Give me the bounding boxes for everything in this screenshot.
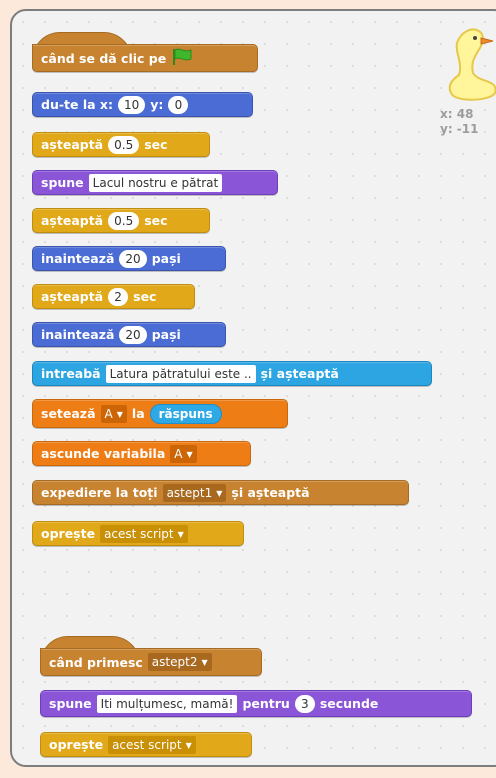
duck-sprite-icon xyxy=(443,23,496,107)
say-label: spune xyxy=(41,175,84,190)
move-block-2[interactable]: inaintează 20 pași xyxy=(32,322,226,347)
variable-dropdown[interactable]: A ▼ xyxy=(100,404,127,423)
message-name: astept1 xyxy=(166,485,213,500)
wait-input[interactable]: 2 xyxy=(108,287,129,306)
variable-dropdown[interactable]: A ▼ xyxy=(170,444,197,463)
dropdown-arrow-icon: ▼ xyxy=(185,740,192,750)
y-label: y: xyxy=(150,97,164,112)
set-to-label: la xyxy=(131,406,145,421)
say-label: spune xyxy=(49,696,92,711)
steps-unit: pași xyxy=(151,327,181,342)
move-block-1[interactable]: inaintează 20 pași xyxy=(32,246,226,271)
move-label: inaintează xyxy=(41,251,115,266)
dropdown-arrow-icon: ▼ xyxy=(186,449,193,459)
ask-and-wait-block[interactable]: intreabă Latura pătratului este .. și aș… xyxy=(32,361,432,386)
stop-label: oprește xyxy=(49,737,104,752)
dropdown-arrow-icon: ▼ xyxy=(116,409,123,419)
when-i-receive-block[interactable]: când primesc astept2 ▼ xyxy=(40,648,262,676)
goto-label: du-te la x: xyxy=(41,97,113,112)
hide-variable-label: ascunde variabila xyxy=(41,446,166,461)
when-flag-clicked-block[interactable]: când se dă clic pe xyxy=(32,44,258,72)
answer-reporter[interactable]: răspuns xyxy=(149,403,222,424)
dropdown-arrow-icon: ▼ xyxy=(201,658,208,667)
wait-unit: sec xyxy=(133,289,157,304)
say-input[interactable]: Iti mulțumesc, mamă! xyxy=(96,694,238,713)
green-flag-icon xyxy=(171,48,193,69)
message-dropdown[interactable]: astept1 ▼ xyxy=(162,483,227,502)
broadcast-label: expediere la toți xyxy=(41,485,158,500)
receive-label: când primesc xyxy=(49,654,143,670)
dropdown-arrow-icon: ▼ xyxy=(177,529,184,539)
wait-label: așteaptă xyxy=(41,289,104,304)
message-name: astept2 xyxy=(151,655,198,669)
hat-label: când se dă clic pe xyxy=(41,50,167,66)
variable-name: A xyxy=(174,446,183,461)
broadcast-and-wait-block[interactable]: expediere la toți astept1 ▼ și așteaptă xyxy=(32,480,409,505)
wait-input[interactable]: 0.5 xyxy=(108,135,140,154)
stop-label: oprește xyxy=(41,526,96,541)
say-block[interactable]: spune Lacul nostru e pătrat xyxy=(32,170,278,195)
say-input[interactable]: Lacul nostru e pătrat xyxy=(88,173,223,192)
stop-option-dropdown[interactable]: acest script ▼ xyxy=(100,524,188,543)
steps-input[interactable]: 20 xyxy=(119,249,147,268)
variable-name: A xyxy=(104,406,113,421)
secs-input[interactable]: 3 xyxy=(294,694,315,713)
ask-suffix: și așteaptă xyxy=(260,366,339,381)
set-variable-block[interactable]: setează A ▼ la răspuns xyxy=(32,399,288,428)
wait-unit: sec xyxy=(144,137,168,152)
dropdown-arrow-icon: ▼ xyxy=(216,488,223,498)
hide-variable-block[interactable]: ascunde variabila A ▼ xyxy=(32,441,251,466)
go-to-xy-block[interactable]: du-te la x: 10 y: 0 xyxy=(32,92,253,117)
say-for-secs-block[interactable]: spune Iti mulțumesc, mamă! pentru 3 secu… xyxy=(40,690,472,717)
for-label: pentru xyxy=(242,696,290,711)
sprite-y-coordinate: y: -11 xyxy=(440,122,479,136)
stop-option-dropdown[interactable]: acest script ▼ xyxy=(108,735,196,754)
wait-label: așteaptă xyxy=(41,137,104,152)
stop-block-2[interactable]: oprește acest script ▼ xyxy=(40,732,252,757)
stop-block[interactable]: oprește acest script ▼ xyxy=(32,521,244,546)
ask-label: intreabă xyxy=(41,366,101,381)
y-input[interactable]: 0 xyxy=(168,95,189,114)
x-input[interactable]: 10 xyxy=(117,95,146,114)
wait-block-3[interactable]: așteaptă 2 sec xyxy=(32,284,195,309)
broadcast-suffix: și așteaptă xyxy=(231,485,310,500)
sprite-x-coordinate: x: 48 xyxy=(440,107,474,121)
message-dropdown[interactable]: astept2 ▼ xyxy=(147,653,212,671)
wait-unit: sec xyxy=(144,213,168,228)
set-label: setează xyxy=(41,406,96,421)
ask-input[interactable]: Latura pătratului este .. xyxy=(105,364,256,383)
wait-block-2[interactable]: așteaptă 0.5 sec xyxy=(32,208,210,233)
steps-unit: pași xyxy=(151,251,181,266)
secs-unit: secunde xyxy=(319,696,379,711)
steps-input[interactable]: 20 xyxy=(119,325,147,344)
stop-option: acest script xyxy=(104,526,174,541)
stop-option: acest script xyxy=(112,737,182,752)
move-label: inaintează xyxy=(41,327,115,342)
wait-label: așteaptă xyxy=(41,213,104,228)
script-area[interactable]: când se dă clic pe du-te la x: 10 y: 0 a… xyxy=(10,9,496,767)
wait-input[interactable]: 0.5 xyxy=(108,211,140,230)
wait-block-1[interactable]: așteaptă 0.5 sec xyxy=(32,132,210,157)
